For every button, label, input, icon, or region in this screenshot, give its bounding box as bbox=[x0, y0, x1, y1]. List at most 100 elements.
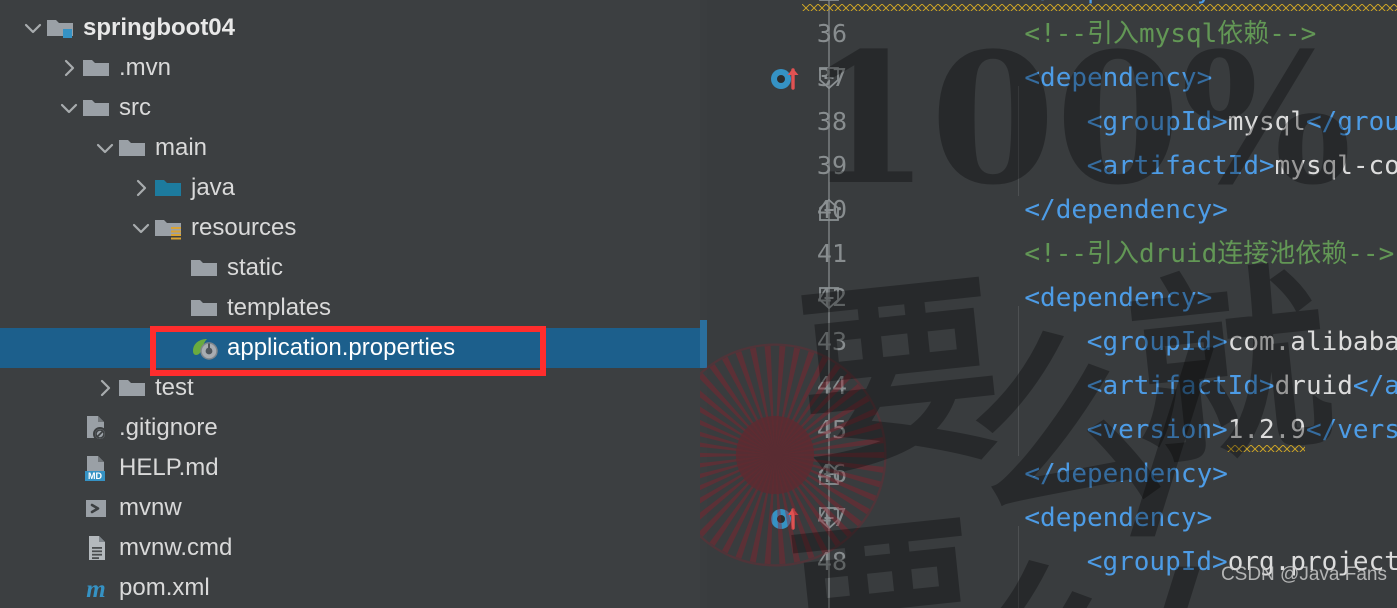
screenshot-root: springboot04 .mvn src main java resources sta… bbox=[0, 0, 1397, 608]
tree-node-label: test bbox=[155, 374, 194, 401]
tree-node-resources[interactable]: resources bbox=[0, 208, 700, 248]
tree-node-src[interactable]: src bbox=[0, 88, 700, 128]
tree-node-main[interactable]: main bbox=[0, 128, 700, 168]
tree-node-springboot04[interactable]: springboot04 bbox=[0, 8, 700, 48]
folder-icon bbox=[118, 135, 148, 161]
code-line[interactable]: <groupId>org.projectlombok bbox=[1087, 540, 1397, 584]
chevron-right-icon[interactable] bbox=[128, 175, 154, 201]
spring-properties-icon bbox=[190, 335, 220, 361]
tree-node-application-properties[interactable]: application.properties bbox=[0, 328, 700, 368]
folder-icon bbox=[190, 255, 220, 281]
tree-node-label: mvnw.cmd bbox=[119, 534, 233, 561]
expand-placeholder bbox=[164, 255, 190, 281]
resources-folder-icon bbox=[154, 215, 184, 241]
expand-placeholder bbox=[56, 455, 82, 481]
tree-node-mvnw[interactable]: mvnw bbox=[0, 488, 700, 528]
folder-icon bbox=[118, 375, 148, 401]
indent-guide bbox=[1018, 526, 1020, 608]
code-line[interactable]: <groupId>mysql</groupId> bbox=[1087, 100, 1397, 144]
code-line[interactable]: <dependency> bbox=[1024, 496, 1212, 540]
chevron-down-icon[interactable] bbox=[20, 15, 46, 41]
tree-node-test[interactable]: test bbox=[0, 368, 700, 408]
expand-placeholder bbox=[164, 295, 190, 321]
error-stripe-mark[interactable] bbox=[700, 320, 707, 368]
folder-icon bbox=[82, 95, 112, 121]
expand-placeholder bbox=[164, 335, 190, 361]
code-editor[interactable]: 353637 38394041424344454647 48 </depende… bbox=[700, 0, 1397, 608]
code-line[interactable]: <!--引入mysql依赖--> bbox=[1024, 12, 1316, 56]
tree-node-java[interactable]: java bbox=[0, 168, 700, 208]
tree-node-label: HELP.md bbox=[119, 454, 219, 481]
chevron-right-icon[interactable] bbox=[92, 375, 118, 401]
folder-icon bbox=[190, 295, 220, 321]
chevron-down-icon[interactable] bbox=[56, 95, 82, 121]
tree-node-label: pom.xml bbox=[119, 574, 210, 601]
fold-end-marker[interactable] bbox=[817, 0, 841, 2]
tree-node-templates[interactable]: templates bbox=[0, 288, 700, 328]
tree-node-label: java bbox=[191, 174, 236, 201]
tree-node-label: springboot04 bbox=[83, 14, 236, 41]
indent-guide bbox=[1018, 306, 1020, 456]
fold-start-marker[interactable] bbox=[817, 506, 841, 530]
line-number: 48 bbox=[816, 547, 847, 576]
line-number: 45 bbox=[816, 415, 847, 444]
line-number: 36 bbox=[816, 19, 847, 48]
tree-node-static[interactable]: static bbox=[0, 248, 700, 288]
tree-node--mvn[interactable]: .mvn bbox=[0, 48, 700, 88]
line-number-gutter[interactable]: 353637 38394041424344454647 48 bbox=[707, 0, 847, 608]
line-number: 43 bbox=[816, 327, 847, 356]
tree-node-label: mvnw bbox=[119, 494, 182, 521]
code-line[interactable]: </dependency> bbox=[1024, 452, 1228, 496]
markdown-file-icon: MD bbox=[82, 455, 112, 481]
code-line[interactable]: <dependency> bbox=[1024, 276, 1212, 320]
code-line[interactable]: <artifactId>druid</arti bbox=[1087, 364, 1397, 408]
shell-script-icon bbox=[82, 495, 112, 521]
tree-node-label: application.properties bbox=[227, 334, 456, 361]
code-line[interactable]: <artifactId>mysql-connector-java bbox=[1087, 144, 1397, 188]
warning-squiggle bbox=[1227, 445, 1306, 452]
code-line[interactable]: <dependency> bbox=[1024, 56, 1212, 100]
project-tool-window[interactable]: springboot04 .mvn src main java resources sta… bbox=[0, 0, 700, 608]
error-stripe-gutter[interactable] bbox=[700, 0, 707, 608]
svg-text:m: m bbox=[86, 576, 105, 602]
warning-squiggle bbox=[802, 4, 1397, 11]
fold-end-marker[interactable] bbox=[817, 198, 841, 222]
chevron-down-icon[interactable] bbox=[92, 135, 118, 161]
source-folder-icon bbox=[154, 175, 184, 201]
dependency-update-icon[interactable] bbox=[767, 496, 807, 540]
expand-placeholder bbox=[56, 535, 82, 561]
line-number: 39 bbox=[816, 151, 847, 180]
fold-start-marker[interactable] bbox=[817, 286, 841, 310]
expand-placeholder bbox=[56, 495, 82, 521]
tree-node-help-md[interactable]: MD HELP.md bbox=[0, 448, 700, 488]
tree-node-label: static bbox=[227, 254, 284, 281]
tree-node-pom-xml[interactable]: m pom.xml bbox=[0, 568, 700, 608]
cmd-file-icon bbox=[82, 535, 112, 561]
tree-node--gitignore[interactable]: .gitignore bbox=[0, 408, 700, 448]
tree-node-label: main bbox=[155, 134, 208, 161]
code-line[interactable]: </dependency> bbox=[1024, 188, 1228, 232]
line-number: 44 bbox=[816, 371, 847, 400]
chevron-right-icon[interactable] bbox=[56, 55, 82, 81]
tree-node-label: resources bbox=[191, 214, 297, 241]
fold-start-marker[interactable] bbox=[817, 66, 841, 90]
svg-text:MD: MD bbox=[88, 471, 102, 481]
tree-node-label: templates bbox=[227, 294, 332, 321]
indent-guide bbox=[1018, 86, 1020, 196]
code-line[interactable]: <groupId>com.alibaba</g bbox=[1087, 320, 1397, 364]
line-number: 38 bbox=[816, 107, 847, 136]
chevron-down-icon[interactable] bbox=[128, 215, 154, 241]
fold-end-marker[interactable] bbox=[817, 462, 841, 486]
expand-placeholder bbox=[56, 575, 82, 601]
code-line[interactable]: <!--引入druid连接池依赖--> bbox=[1024, 232, 1394, 276]
gitignore-file-icon bbox=[82, 415, 112, 441]
line-number: 41 bbox=[816, 239, 847, 268]
expand-placeholder bbox=[56, 415, 82, 441]
module-folder-icon bbox=[46, 15, 76, 41]
maven-file-icon: m bbox=[82, 575, 112, 602]
tree-node-mvnw-cmd[interactable]: mvnw.cmd bbox=[0, 528, 700, 568]
folder-icon bbox=[82, 55, 112, 81]
dependency-update-icon[interactable] bbox=[767, 56, 807, 100]
tree-node-label: .gitignore bbox=[119, 414, 218, 441]
tree-node-label: src bbox=[119, 94, 151, 121]
